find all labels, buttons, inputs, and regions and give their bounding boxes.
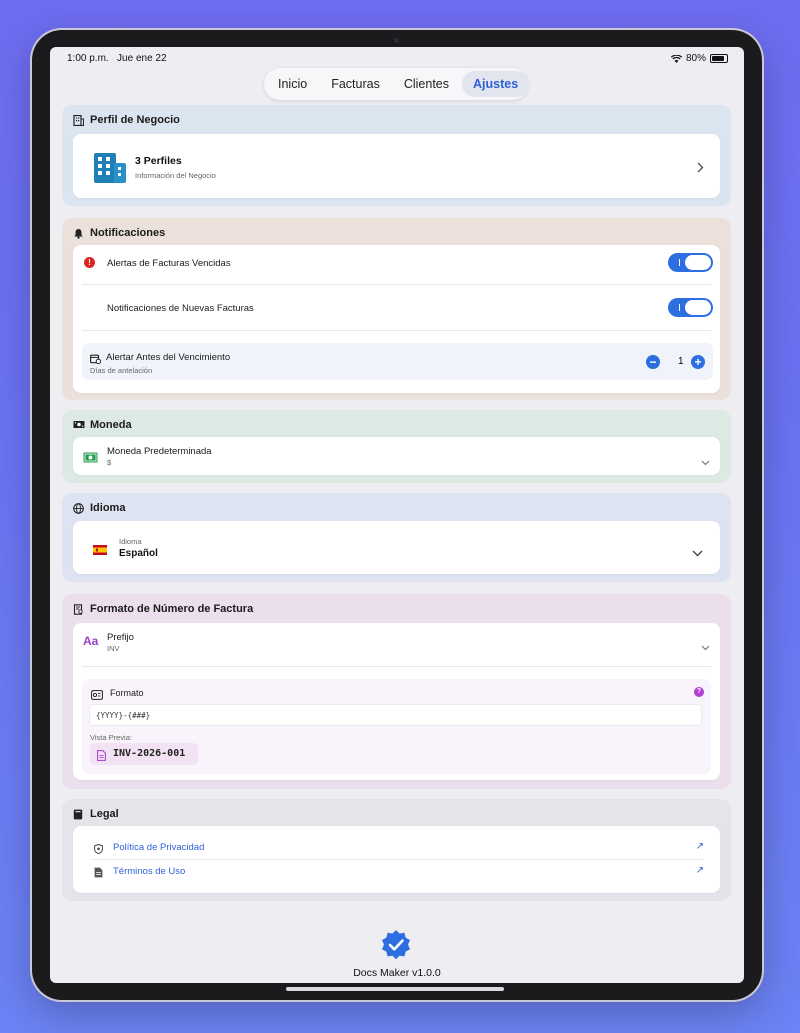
prefix-value: INV: [107, 644, 120, 653]
terms-of-use-link[interactable]: Términos de Uso ↗: [73, 860, 720, 880]
verified-badge-icon: [380, 929, 412, 966]
app-version: Docs Maker v1.0.0: [353, 967, 441, 979]
home-indicator: [286, 987, 504, 991]
book-icon: [73, 809, 84, 820]
document-text-icon: [94, 865, 103, 883]
new-invoice-notifications-toggle[interactable]: [668, 298, 713, 317]
status-right: 80%: [670, 53, 728, 64]
format-box: Formato ? {YYYY}-{###} Vista Previa: INV…: [82, 679, 711, 774]
receipt-search-icon: [73, 603, 84, 615]
text-format-icon: Aa: [83, 634, 99, 648]
spain-flag-icon: [93, 542, 107, 560]
days-value: 1: [678, 356, 684, 367]
decrement-button[interactable]: −: [646, 355, 660, 369]
language-label: Idioma: [119, 537, 142, 546]
section-title: Notificaciones: [90, 227, 166, 239]
tab-inicio[interactable]: Inicio: [267, 71, 318, 97]
chevron-down-icon: [692, 544, 703, 562]
prefix-label: Prefijo: [107, 632, 134, 643]
business-building-icon: [92, 151, 127, 188]
document-icon: [97, 748, 106, 766]
external-link-icon: ↗: [695, 841, 704, 852]
days-ahead-label: Días de antelación: [90, 366, 153, 375]
format-value: {YYYY}-{###}: [96, 711, 151, 720]
overdue-alerts-toggle[interactable]: [668, 253, 713, 272]
external-link-icon: ↗: [695, 865, 704, 876]
divider: [82, 330, 711, 331]
wifi-icon: [670, 54, 682, 63]
currency-section: Moneda Moneda Predeterminada $: [62, 410, 731, 483]
preview-badge: INV-2026-001: [90, 743, 198, 765]
section-header: Idioma: [73, 502, 125, 514]
globe-icon: [73, 502, 84, 514]
increment-button[interactable]: +: [691, 355, 705, 369]
format-brackets-icon: [91, 687, 103, 705]
alert-icon: !: [84, 257, 95, 268]
status-time: 1:00 p.m. Jue ene 22: [67, 53, 167, 64]
shield-icon: [94, 841, 103, 859]
section-header: Moneda: [73, 419, 132, 431]
terms-of-use-label: Términos de Uso: [113, 866, 186, 877]
preview-value: INV-2026-001: [113, 748, 186, 759]
camera: [394, 38, 399, 43]
divider: [82, 284, 711, 285]
language-picker[interactable]: Idioma Español: [73, 521, 720, 574]
chevron-down-icon: [701, 453, 710, 471]
invoice-format-panel: Aa Prefijo INV Formato ? {YYYY}-{###} Vi…: [73, 623, 720, 780]
ipad-frame: 1:00 p.m. Jue ene 22 80% Inicio Facturas…: [32, 30, 762, 1000]
status-date: Jue ene 22: [117, 53, 167, 64]
alert-before-due-label: Alertar Antes del Vencimiento: [106, 352, 231, 363]
background-title-fragment: [0, 0, 800, 21]
profile-text: 3 Perfiles Información del Negocio: [135, 155, 216, 180]
invoice-number-format-section: Formato de Número de Factura Aa Prefijo …: [62, 594, 731, 789]
battery-percent: 80%: [685, 53, 706, 64]
language-value: Español: [119, 548, 158, 559]
chevron-down-icon: [701, 638, 710, 656]
divider: [82, 666, 711, 667]
screen: 1:00 p.m. Jue ene 22 80% Inicio Facturas…: [50, 47, 744, 983]
privacy-policy-label: Política de Privacidad: [113, 842, 205, 853]
building-icon: [73, 114, 84, 126]
tab-ajustes[interactable]: Ajustes: [462, 71, 530, 97]
notifications-panel: ! Alertas de Facturas Vencidas Notificac…: [73, 245, 720, 393]
banknote-icon: [73, 420, 85, 431]
section-title: Idioma: [90, 502, 126, 514]
default-currency-picker[interactable]: Moneda Predeterminada $: [73, 437, 720, 475]
privacy-policy-link[interactable]: Política de Privacidad ↗: [73, 836, 720, 856]
legal-section: Legal Política de Privacidad ↗ Términos …: [62, 799, 731, 901]
section-title: Legal: [90, 808, 119, 820]
section-title: Moneda: [90, 419, 132, 431]
profile-count: 3 Perfiles: [135, 155, 182, 167]
green-banknote-icon: [83, 450, 98, 468]
chevron-right-icon: [697, 160, 704, 178]
format-input[interactable]: {YYYY}-{###}: [89, 704, 702, 726]
tab-clientes[interactable]: Clientes: [393, 71, 460, 97]
status-time-text: 1:00 p.m.: [67, 53, 109, 64]
default-currency-label: Moneda Predeterminada: [107, 446, 212, 457]
segmented-tab-bar: Inicio Facturas Clientes Ajustes: [264, 68, 530, 100]
section-header: Perfil de Negocio: [73, 114, 180, 126]
prefix-picker[interactable]: Aa Prefijo INV: [73, 623, 720, 665]
overdue-alerts-label: Alertas de Facturas Vencidas: [107, 258, 231, 269]
section-title: Perfil de Negocio: [90, 114, 180, 126]
business-profile-section: Perfil de Negocio 3 Perfiles Información…: [62, 105, 731, 206]
tab-facturas[interactable]: Facturas: [320, 71, 391, 97]
battery-icon: [710, 54, 728, 63]
legal-links-panel: Política de Privacidad ↗ Términos de Uso…: [73, 826, 720, 893]
bell-icon: [73, 228, 84, 239]
profile-subtitle: Información del Negocio: [135, 171, 216, 180]
format-label: Formato: [110, 688, 144, 698]
section-title: Formato de Número de Factura: [90, 603, 254, 615]
section-header: Legal: [73, 808, 119, 820]
language-section: Idioma Idioma Español: [62, 493, 731, 582]
preview-label: Vista Previa:: [90, 733, 132, 742]
currency-value: $: [107, 458, 112, 467]
alert-before-due-row: Alertar Antes del Vencimiento Días de an…: [82, 343, 713, 380]
profiles-row[interactable]: 3 Perfiles Información del Negocio: [73, 134, 720, 198]
section-header: Formato de Número de Factura: [73, 603, 253, 615]
notifications-section: Notificaciones ! Alertas de Facturas Ven…: [62, 218, 731, 400]
help-icon[interactable]: ?: [694, 687, 704, 697]
new-invoice-notifications-label: Notificaciones de Nuevas Facturas: [107, 303, 254, 314]
section-header: Notificaciones: [73, 227, 165, 239]
